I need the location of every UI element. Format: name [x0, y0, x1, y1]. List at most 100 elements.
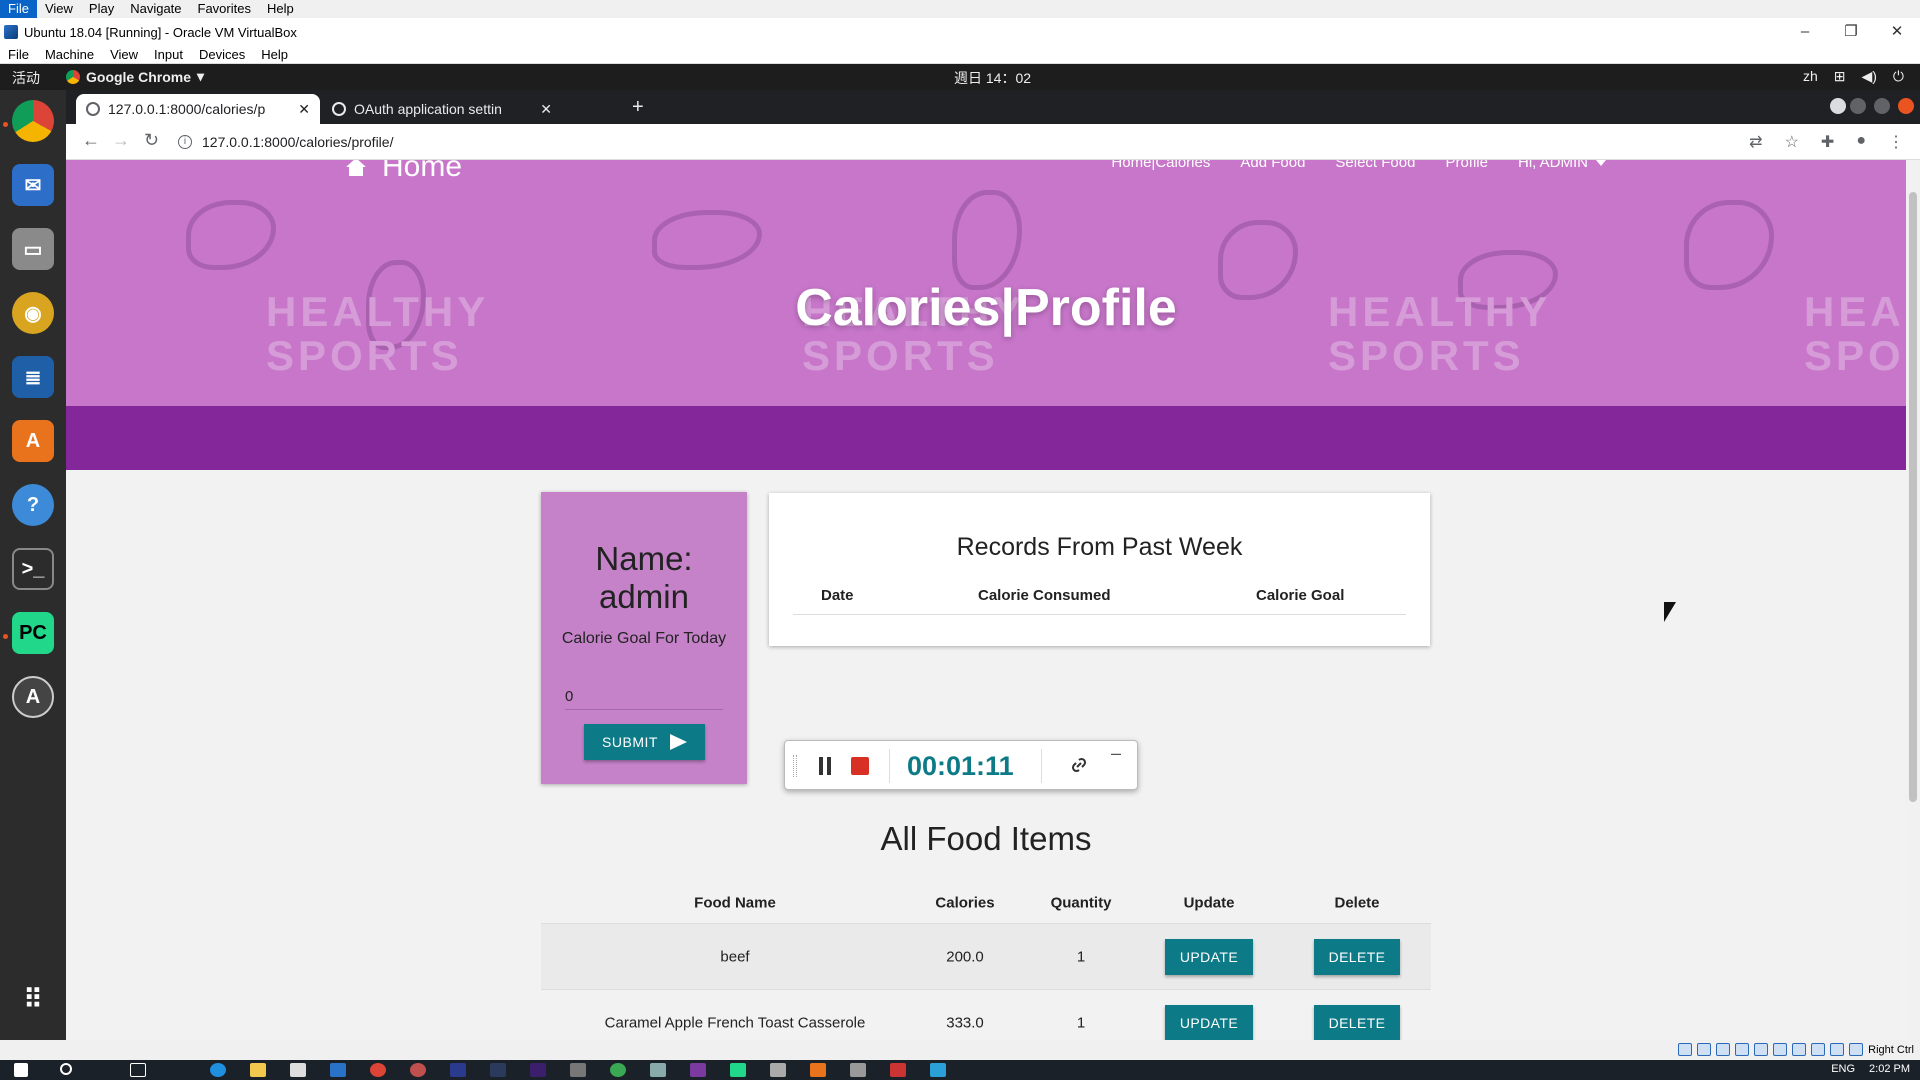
input-method-indicator[interactable]: zh	[1803, 68, 1818, 85]
virtualbox-taskbar-icon[interactable]	[810, 1063, 826, 1077]
software-icon[interactable]: A	[12, 420, 54, 462]
chrome-maximize-icon[interactable]	[1874, 98, 1890, 114]
audio-icon[interactable]	[1716, 1043, 1731, 1056]
premiere-icon[interactable]	[530, 1063, 546, 1077]
shared-folder-icon[interactable]	[1773, 1043, 1788, 1056]
vbox-menu-view[interactable]: View	[37, 0, 81, 18]
profile-icon[interactable]: ●	[1856, 132, 1866, 152]
back-icon[interactable]: ←	[82, 130, 100, 151]
calorie-goal-input[interactable]	[565, 684, 723, 710]
chrome-minimize-icon[interactable]	[1850, 98, 1866, 114]
delete-button[interactable]: DELETE	[1314, 1004, 1400, 1040]
page-scrollbar[interactable]	[1906, 160, 1920, 1040]
activities-button[interactable]: 活动	[12, 68, 40, 88]
vbox-menu-help[interactable]: Help	[259, 0, 302, 18]
vm-menu-machine[interactable]: Machine	[37, 47, 102, 62]
vm-menu-devices[interactable]: Devices	[191, 47, 253, 62]
forward-icon[interactable]: →	[112, 130, 130, 151]
site-brand-link[interactable]: Home	[346, 160, 462, 184]
stop-icon[interactable]	[851, 757, 869, 775]
lightroom-icon[interactable]	[490, 1063, 506, 1077]
drag-handle[interactable]	[793, 755, 797, 777]
chrome-taskbar-icon[interactable]	[370, 1063, 386, 1077]
recording-icon[interactable]	[1811, 1043, 1826, 1056]
info-icon[interactable]: i	[178, 135, 192, 149]
app-taskbar-icon[interactable]	[770, 1063, 786, 1077]
vbox-menu-favorites[interactable]: Favorites	[190, 0, 259, 18]
nav-add-food[interactable]: Add Food	[1240, 160, 1305, 171]
file-explorer-icon[interactable]	[250, 1063, 266, 1077]
app-menu[interactable]: Google Chrome ▾	[66, 68, 204, 85]
optical-icon[interactable]	[1697, 1043, 1712, 1056]
address-bar[interactable]: i 127.0.0.1:8000/calories/profile/	[178, 128, 1858, 156]
vm-menu-view[interactable]: View	[102, 47, 146, 62]
windows-start-icon[interactable]	[14, 1063, 28, 1077]
app-taskbar-icon[interactable]	[890, 1063, 906, 1077]
close-tab-icon[interactable]: ✕	[540, 101, 552, 118]
clock[interactable]: 週日 14：02	[954, 68, 1031, 88]
task-view-icon[interactable]	[130, 1063, 146, 1077]
update-button[interactable]: UPDATE	[1165, 1004, 1253, 1040]
pycharm-icon[interactable]: PC	[12, 612, 54, 654]
vbox-menu-file[interactable]: File	[0, 0, 37, 18]
printer-icon[interactable]	[290, 1063, 306, 1077]
mail-icon[interactable]	[330, 1063, 346, 1077]
vbox-menu-navigate[interactable]: Navigate	[122, 0, 189, 18]
pause-icon[interactable]	[819, 757, 831, 775]
translate-icon[interactable]: ⇄	[1749, 132, 1762, 152]
close-tab-icon[interactable]: ✕	[298, 101, 310, 118]
app-taskbar-icon[interactable]	[930, 1063, 946, 1077]
network-adapter-icon[interactable]	[1735, 1043, 1750, 1056]
nav-select-food[interactable]: Select Food	[1335, 160, 1415, 171]
usb-icon[interactable]	[1754, 1043, 1769, 1056]
cpu-icon[interactable]	[1830, 1043, 1845, 1056]
network-icon[interactable]: ⊞	[1834, 68, 1846, 85]
disk-icon[interactable]	[1678, 1043, 1693, 1056]
rhythmbox-icon[interactable]: ◉	[12, 292, 54, 334]
tab-oauth[interactable]: OAuth application settin ✕	[322, 94, 562, 124]
minimize-icon[interactable]: –	[1111, 743, 1121, 764]
vbox-menu-play[interactable]: Play	[81, 0, 122, 18]
tray-clock[interactable]: 2:02 PM	[1869, 1063, 1910, 1075]
chrome-close-icon[interactable]	[1898, 98, 1914, 114]
link-icon[interactable]	[1069, 755, 1089, 775]
app-taskbar-icon[interactable]	[850, 1063, 866, 1077]
display-icon[interactable]	[1792, 1043, 1807, 1056]
new-tab-icon[interactable]: +	[632, 96, 644, 119]
extensions-icon[interactable]: ✚	[1821, 132, 1834, 152]
nav-profile[interactable]: Profile	[1445, 160, 1488, 171]
vm-menu-file[interactable]: File	[0, 47, 37, 62]
minimize-icon[interactable]: –	[1782, 18, 1828, 46]
show-apps-icon[interactable]: ⠿	[12, 978, 54, 1020]
nav-home-calories[interactable]: Home|Calories	[1111, 160, 1210, 171]
restore-icon[interactable]: ❐	[1828, 18, 1874, 46]
submit-button[interactable]: SUBMIT	[584, 724, 705, 760]
delete-button[interactable]: DELETE	[1314, 938, 1400, 975]
photoshop-icon[interactable]	[450, 1063, 466, 1077]
chrome-launcher-icon[interactable]	[12, 100, 54, 142]
files-icon[interactable]: ▭	[12, 228, 54, 270]
wechat-icon[interactable]	[610, 1063, 626, 1077]
updater-icon[interactable]: A	[12, 676, 54, 718]
search-icon[interactable]	[60, 1063, 72, 1075]
tab-search-icon[interactable]	[1830, 98, 1846, 114]
writer-icon[interactable]: ≣	[12, 356, 54, 398]
volume-icon[interactable]: ◀)	[1861, 68, 1876, 85]
update-button[interactable]: UPDATE	[1165, 938, 1253, 975]
close-icon[interactable]: ✕	[1874, 18, 1920, 46]
app-taskbar-icon[interactable]	[410, 1063, 426, 1077]
vm-menu-input[interactable]: Input	[146, 47, 191, 62]
pycharm-taskbar-icon[interactable]	[730, 1063, 746, 1077]
terminal-icon[interactable]: >_	[12, 548, 54, 590]
bookmark-star-icon[interactable]: ☆	[1785, 132, 1799, 152]
power-icon[interactable]: ⏻	[1893, 68, 1904, 85]
thunderbird-icon[interactable]: ✉	[12, 164, 54, 206]
help-icon[interactable]: ?	[12, 484, 54, 526]
tab-profile[interactable]: 127.0.0.1:8000/calories/p ✕	[76, 94, 320, 124]
onenote-icon[interactable]	[690, 1063, 706, 1077]
app-taskbar-icon[interactable]	[570, 1063, 586, 1077]
vm-menu-help[interactable]: Help	[253, 47, 296, 62]
reload-icon[interactable]: ↻	[144, 130, 159, 151]
tray-language[interactable]: ENG	[1831, 1063, 1855, 1075]
app-taskbar-icon[interactable]	[650, 1063, 666, 1077]
